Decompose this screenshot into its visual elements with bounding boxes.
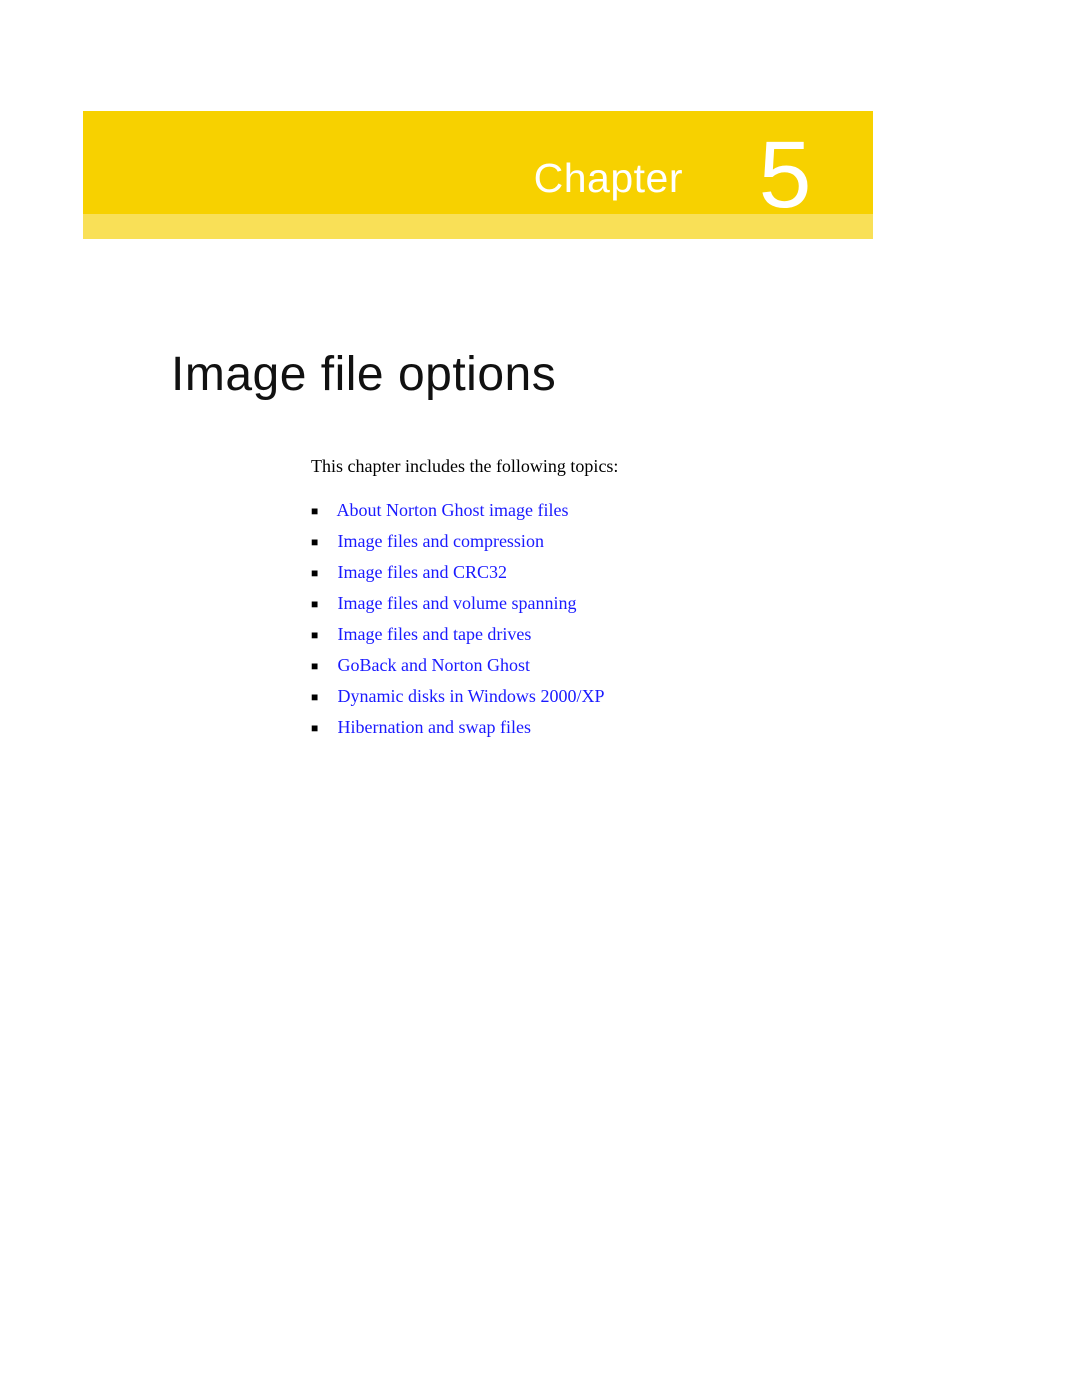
chapter-number: 5 bbox=[759, 128, 812, 223]
topic-link[interactable]: About Norton Ghost image files bbox=[337, 500, 569, 520]
topic-link[interactable]: Image files and CRC32 bbox=[338, 562, 507, 582]
bullet-icon: ■ bbox=[311, 504, 333, 518]
topic-item: ■ Image files and CRC32 bbox=[311, 562, 604, 583]
topic-link[interactable]: Hibernation and swap files bbox=[338, 717, 531, 737]
chapter-number-box: 5 bbox=[700, 111, 870, 239]
topic-list: ■ About Norton Ghost image files ■ Image… bbox=[311, 490, 604, 738]
bullet-icon: ■ bbox=[311, 628, 333, 642]
topic-link[interactable]: Image files and volume spanning bbox=[338, 593, 577, 613]
bullet-icon: ■ bbox=[311, 597, 333, 611]
topic-link[interactable]: Dynamic disks in Windows 2000/XP bbox=[338, 686, 605, 706]
topic-item: ■ About Norton Ghost image files bbox=[311, 500, 604, 521]
bullet-icon: ■ bbox=[311, 690, 333, 704]
topic-item: ■ Image files and compression bbox=[311, 531, 604, 552]
topic-item: ■ Hibernation and swap files bbox=[311, 717, 604, 738]
chapter-label: Chapter bbox=[83, 155, 683, 202]
intro-text: This chapter includes the following topi… bbox=[311, 456, 618, 477]
topic-item: ■ Image files and tape drives bbox=[311, 624, 604, 645]
bullet-icon: ■ bbox=[311, 721, 333, 735]
bullet-icon: ■ bbox=[311, 566, 333, 580]
bullet-icon: ■ bbox=[311, 535, 333, 549]
topic-item: ■ GoBack and Norton Ghost bbox=[311, 655, 604, 676]
topic-link[interactable]: GoBack and Norton Ghost bbox=[338, 655, 530, 675]
topic-item: ■ Dynamic disks in Windows 2000/XP bbox=[311, 686, 604, 707]
topic-link[interactable]: Image files and compression bbox=[338, 531, 544, 551]
bullet-icon: ■ bbox=[311, 659, 333, 673]
chapter-title: Image file options bbox=[171, 347, 556, 402]
topic-link[interactable]: Image files and tape drives bbox=[338, 624, 532, 644]
topic-item: ■ Image files and volume spanning bbox=[311, 593, 604, 614]
